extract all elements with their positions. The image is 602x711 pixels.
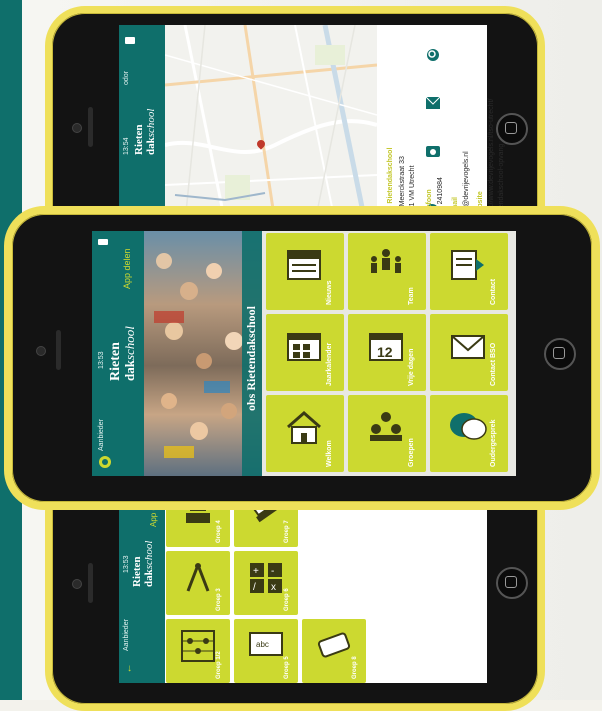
brand-school: school — [145, 108, 157, 138]
compass-icon — [186, 563, 210, 592]
banner-title: obs Rietendakschool — [244, 305, 258, 411]
calendar-icon — [287, 333, 321, 361]
tile-label: Vrije dagen — [408, 348, 415, 386]
brand-logo: Rieten — [133, 124, 145, 155]
calculator-icon: + - / x — [250, 563, 282, 593]
app-badge-icon — [99, 456, 111, 468]
app-bar: ↓ Aanbieder 13:53 Rieten dakschool App d… — [119, 483, 165, 683]
tile-label: Team — [408, 287, 415, 305]
status-time: 13:53 — [123, 555, 130, 573]
brand-school: school — [122, 326, 137, 361]
svg-text:abc: abc — [256, 640, 269, 649]
svg-text:/: / — [253, 582, 256, 593]
tile-label: Groep 6 — [284, 588, 290, 611]
brand-dak: dak — [122, 360, 137, 381]
diploma-icon — [317, 632, 351, 658]
app-bar: odor 13:54 Rieten dakschool — [119, 25, 165, 222]
tile-groep-5[interactable]: abc Groep 5 — [234, 619, 298, 683]
tile-nieuws[interactable]: Nieuws — [266, 233, 344, 310]
tile-label: Contact BSO — [490, 342, 497, 386]
tile-label: Groep 3 — [216, 588, 222, 611]
status-time: 13:53 — [98, 351, 105, 369]
speaker-grille — [56, 330, 61, 370]
tile-groep-3[interactable]: Groep 3 — [166, 551, 230, 615]
phone-middle: Aanbieder 13:53 Rieten dakschool App del… — [4, 206, 600, 510]
envelope-icon — [451, 335, 485, 359]
tile-groep-1-2[interactable]: Groep 1/2 — [166, 619, 230, 683]
tile-jaarkalender[interactable]: Jaarkalender — [266, 314, 344, 391]
calendar-12-icon: 12 — [369, 333, 403, 361]
speaker-grille — [88, 107, 93, 147]
tile-label: Groepen — [408, 438, 415, 467]
brand-line1: Rieten — [108, 342, 123, 381]
abacus-icon — [181, 630, 215, 662]
back-arrow-icon[interactable]: ↓ — [127, 663, 132, 674]
battery-icon — [98, 239, 108, 245]
svg-text:x: x — [271, 582, 276, 593]
status-carrier: Aanbieder — [123, 619, 130, 651]
home-button[interactable] — [496, 113, 528, 145]
home-button[interactable] — [496, 567, 528, 599]
brand-dak: dak — [145, 137, 157, 155]
tile-welkom[interactable]: Welkom — [266, 395, 344, 472]
team-icon — [371, 249, 401, 273]
brand-logo-line2: dakschool — [122, 326, 137, 381]
phone-icon — [426, 146, 440, 157]
tile-contact-bso[interactable]: Contact BSO — [430, 314, 508, 391]
news-icon — [287, 250, 321, 280]
camera-lens — [36, 346, 46, 356]
app-bar: Aanbieder 13:53 Rieten dakschool App del… — [92, 231, 144, 476]
map-view[interactable] — [164, 25, 378, 222]
svg-text:+: + — [253, 566, 259, 577]
tile-contact[interactable]: Contact — [430, 233, 508, 310]
tile-label: Oudergesprek — [490, 419, 497, 467]
speech-bubbles-icon — [450, 413, 487, 440]
svg-text:12: 12 — [377, 344, 393, 360]
camera-lens — [72, 579, 82, 589]
street-map — [164, 25, 378, 222]
tile-label: Groep 7 — [284, 520, 290, 543]
share-app-button[interactable]: App delen — [122, 248, 132, 289]
home-button[interactable] — [544, 338, 576, 370]
tile-label: Groep 5 — [284, 656, 290, 679]
brand-line1: Rieten — [133, 124, 145, 155]
brand-logo-line2: dakschool — [143, 540, 155, 587]
tile-team[interactable]: Team — [348, 233, 426, 310]
group-icon — [370, 412, 402, 441]
tile-label: Groep 8 — [352, 656, 358, 679]
tile-label: Groep 4 — [216, 520, 222, 543]
camera-lens — [72, 123, 82, 133]
bottom-screen: ↓ Aanbieder 13:53 Rieten dakschool App d… — [119, 483, 487, 683]
tile-groep-8[interactable]: Groep 8 — [302, 619, 366, 683]
status-time: 13:54 — [123, 137, 130, 155]
tile-label: Jaarkalender — [326, 342, 333, 386]
brand-logo: Rieten — [108, 342, 123, 381]
contact-form-icon — [451, 250, 484, 280]
brand-line1: Rieten — [131, 556, 143, 587]
status-carrier: odor — [123, 70, 130, 85]
brand-logo-line2: dakschool — [145, 108, 157, 155]
tile-oudergesprek[interactable]: Oudergesprek — [430, 395, 508, 472]
tile-label: Nieuws — [326, 280, 333, 305]
tile-groepen[interactable]: Groepen — [348, 395, 426, 472]
brand-logo: Rieten — [131, 556, 143, 587]
tile-vrije-dagen[interactable]: 12 Vrije dagen — [348, 314, 426, 391]
svg-text:-: - — [271, 566, 274, 577]
middle-screen: Aanbieder 13:53 Rieten dakschool App del… — [92, 231, 516, 476]
battery-icon — [125, 37, 135, 44]
web-search-icon — [427, 49, 439, 61]
tile-label: Welkom — [326, 440, 333, 467]
speaker-grille — [88, 563, 93, 603]
status-carrier: Aanbieder — [98, 419, 105, 451]
tile-groep-6[interactable]: + - / x Groep 6 — [234, 551, 298, 615]
school-house-icon — [287, 411, 321, 444]
brand-dak: dak — [143, 569, 155, 587]
brand-school: school — [143, 540, 155, 570]
email-icon — [425, 96, 441, 109]
tile-label: Contact — [490, 278, 497, 305]
tile-label: Groep 1/2 — [216, 651, 222, 679]
contact-web[interactable]: http://www.devrijevogels.nl/tso-utrecht/ — [488, 99, 495, 218]
chalkboard-icon: abc — [249, 632, 283, 656]
